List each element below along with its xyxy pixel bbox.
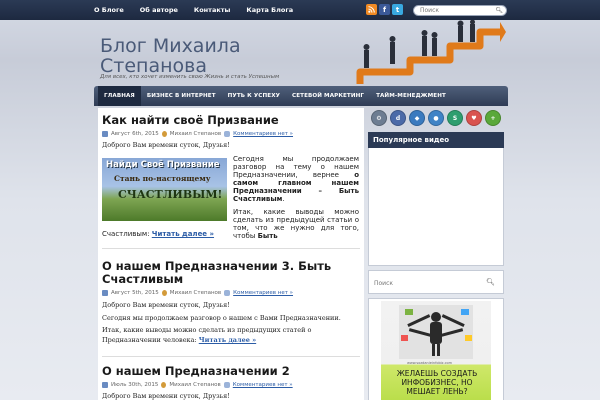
ad-banner-box: www.sozdanieinfobiz.com ЖЕЛАЕШЬ СОЗДАТЬ … <box>368 298 504 400</box>
calendar-icon <box>102 382 108 388</box>
main-nav: ГЛАВНАЯ БИЗНЕС В ИНТЕРНЕТ ПУТЬ К УСПЕХУ … <box>94 86 508 106</box>
post-1-text: Сегодня мы продолжаем разговор на тему о… <box>233 155 359 240</box>
site-title[interactable]: Блог Михаила Степанова <box>100 36 300 76</box>
popular-video-title: Популярное видео <box>368 132 504 148</box>
comment-icon <box>223 382 230 388</box>
comment-icon <box>224 131 231 137</box>
ad-figure-graphic <box>399 305 473 359</box>
post-text-c: Итак, какие выводы можно сделать из пред… <box>233 208 359 240</box>
post-text-a: Сегодня мы продолжаем разговор на тему о… <box>233 155 359 179</box>
post-author: Михаил Степанов <box>169 131 222 137</box>
top-nav-about-blog[interactable]: О Блоге <box>94 6 124 14</box>
rss-icon[interactable] <box>366 4 377 15</box>
post-divider <box>102 356 360 357</box>
top-nav-contacts[interactable]: Контакты <box>194 6 230 14</box>
social-links: f t <box>366 4 403 15</box>
post-greeting: Доброго Вам времени суток, Друзья! <box>102 141 230 149</box>
post-meta: Август 6th, 2015 Михаил Степанов Коммент… <box>102 130 360 138</box>
share-delicious-icon[interactable]: d <box>390 110 406 126</box>
post-paragraph-with-link: Итак, какие выводы можно сделать из пред… <box>102 326 360 345</box>
nav-home[interactable]: ГЛАВНАЯ <box>98 86 141 106</box>
nav-path-to-success[interactable]: ПУТЬ К УСПЕХУ <box>222 86 286 106</box>
post-greeting: Доброго Вам времени суток, Друзья! <box>102 392 230 400</box>
post-date: Август 6th, 2015 <box>111 131 159 137</box>
sidebar-search-input[interactable] <box>374 278 484 288</box>
share-gear-icon[interactable]: ⚙ <box>371 110 387 126</box>
share-heart-icon[interactable]: ♥ <box>466 110 482 126</box>
ad-banner[interactable]: www.sozdanieinfobiz.com ЖЕЛАЕШЬ СОЗДАТЬ … <box>381 301 491 400</box>
post-1-image[interactable]: Найди Своё Призвание Стань по-настоящему… <box>102 158 227 221</box>
comments-link[interactable]: Комментариев нет » <box>233 131 293 137</box>
post-2: О нашем Предназначении 3. Быть Счастливы… <box>102 260 360 345</box>
nav-network-marketing[interactable]: СЕТЕВОЙ МАРКЕТИНГ <box>286 86 370 106</box>
nav-time-management[interactable]: ТАЙМ-МЕНЕДЖМЕНТ <box>370 86 452 106</box>
post-1-paragraph-1: Сегодня мы продолжаем разговор на тему о… <box>233 155 359 203</box>
top-search-input[interactable] <box>414 6 494 15</box>
author-icon <box>161 131 167 137</box>
share-bar: ⚙ d ◆ ● S ♥ + <box>368 108 504 128</box>
nav-internet-business[interactable]: БИЗНЕС В ИНТЕРНЕТ <box>141 86 222 106</box>
top-nav-sitemap[interactable]: Карта Блога <box>246 6 293 14</box>
main-content: Как найти своё Призвание Август 6th, 201… <box>98 108 364 400</box>
post-date: Июль 30th, 2015 <box>111 382 159 388</box>
post-image-caption-2: Стань по-настоящему <box>114 174 211 183</box>
search-icon[interactable]: 🔍︎ <box>495 7 503 14</box>
comments-link[interactable]: Комментариев нет » <box>233 382 293 388</box>
post-author: Михаил Степанов <box>169 290 222 296</box>
top-nav-about-author[interactable]: Об авторе <box>140 6 178 14</box>
post-3: О нашем Предназначении 2 Июль 30th, 2015… <box>102 365 360 400</box>
post-1-tail: Счастливым: Читать далее » <box>102 230 215 238</box>
share-stumbleupon-icon[interactable]: S <box>447 110 463 126</box>
share-digg-icon[interactable]: ◆ <box>409 110 425 126</box>
search-icon[interactable]: 🔍︎ <box>486 278 495 286</box>
read-more-link[interactable]: Читать далее » <box>199 336 256 344</box>
post-date: Август 5th, 2015 <box>111 290 159 296</box>
popular-video-box[interactable] <box>368 148 504 266</box>
ad-text: ЖЕЛАЕШЬ СОЗДАТЬ ИНФОБИЗНЕС, НО МЕШАЕТ ЛЕ… <box>396 369 478 396</box>
site-description: Для всех, кто хочет изменить свою Жизнь … <box>100 74 280 80</box>
post-text-d: Быть <box>257 232 278 240</box>
post-meta: Август 5th, 2015 Михаил Степанов Коммент… <box>102 289 360 297</box>
post-1: Как найти своё Призвание Август 6th, 201… <box>102 114 360 151</box>
post-title[interactable]: Как найти своё Призвание <box>102 114 360 127</box>
post-author: Михаил Степанов <box>169 382 221 388</box>
post-1-paragraph-2: Итак, какие выводы можно сделать из пред… <box>233 208 359 240</box>
top-search-box: 🔍︎ <box>413 5 507 16</box>
facebook-icon[interactable]: f <box>379 4 390 15</box>
share-plus-icon[interactable]: + <box>485 110 501 126</box>
calendar-icon <box>102 131 108 137</box>
comments-link[interactable]: Комментариев нет » <box>233 290 293 296</box>
post-title[interactable]: О нашем Предназначении 3. Быть Счастливы… <box>102 260 360 286</box>
post-text-e: Счастливым <box>102 230 148 238</box>
success-people-banner-graphic <box>356 20 506 84</box>
read-more-link[interactable]: Читать далее » <box>152 230 214 238</box>
post-paragraph: Сегодня мы продолжаем разговор о нашем с… <box>102 313 341 322</box>
author-icon <box>161 382 167 388</box>
share-reddit-icon[interactable]: ● <box>428 110 444 126</box>
post-image-caption-3: СЧАСТЛИВЫМ! <box>118 188 223 201</box>
calendar-icon <box>102 290 108 296</box>
ad-url: www.sozdanieinfobiz.com <box>407 361 453 365</box>
twitter-icon[interactable]: t <box>392 4 403 15</box>
post-image-caption-1: Найди Своё Призвание <box>106 160 220 170</box>
post-meta: Июль 30th, 2015 Михаил Степанов Коммента… <box>102 381 360 389</box>
top-nav: О Блоге Об авторе Контакты Карта Блога <box>94 0 309 20</box>
sidebar-search-box: 🔍︎ <box>368 270 504 294</box>
post-greeting: Доброго Вам времени суток, Друзья! <box>102 301 230 309</box>
comment-icon <box>224 290 231 296</box>
post-title[interactable]: О нашем Предназначении 2 <box>102 365 360 378</box>
post-divider <box>102 248 360 249</box>
site-header: Блог Михаила Степанова Для всех, кто хоч… <box>94 20 508 84</box>
author-icon <box>161 290 167 296</box>
